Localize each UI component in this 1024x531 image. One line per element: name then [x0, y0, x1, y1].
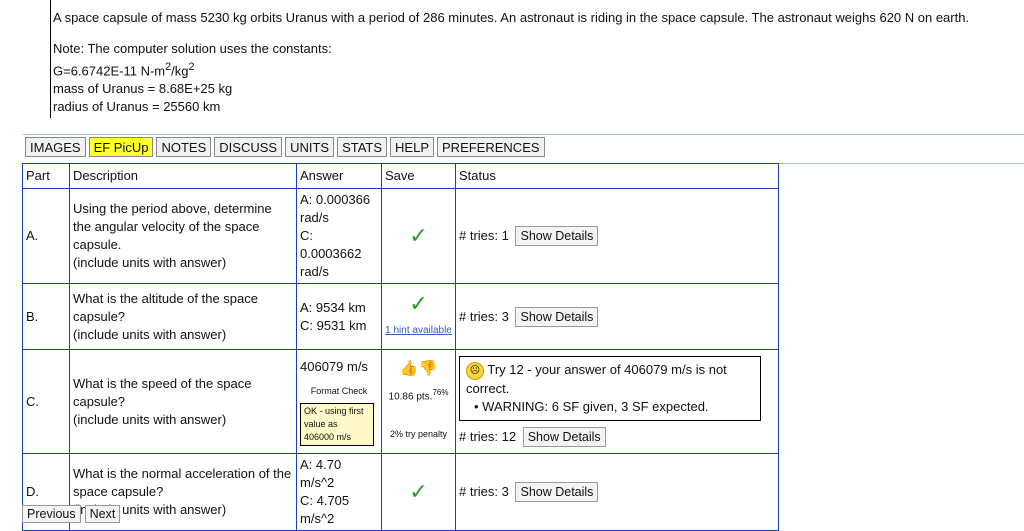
submitted-answer: A: 9534 km [300, 299, 366, 315]
status-cell: ☹ Try 12 - your answer of 406079 m/s is … [455, 349, 779, 454]
save-cell: ✓ [381, 188, 456, 284]
table-row: A. Using the period above, determine the… [22, 188, 779, 284]
table-header-row: Part Description Answer Save Status [22, 163, 779, 189]
tab-stats[interactable]: STATS [337, 137, 388, 157]
tab-help[interactable]: HELP [390, 137, 435, 157]
uranus-mass: mass of Uranus = 8.68E+25 kg [53, 81, 233, 97]
answer-cell: 406079 m/s Format Check OK - using first… [296, 349, 382, 454]
part-description: What is the altitude of the space capsul… [69, 283, 297, 350]
tab-ef-picup[interactable]: EF PicUp [88, 137, 154, 157]
show-details-button[interactable]: Show Details [522, 426, 606, 447]
tries-count: # tries: 12 [459, 428, 517, 444]
points-value: 10.86 pts.76% [388, 388, 449, 403]
answer-cell: A: 9534 km C: 9531 km [296, 283, 382, 350]
constant-g: G=6.6742E-11 N-m2/kg2 [53, 61, 195, 79]
header-save: Save [381, 163, 456, 189]
header-answer: Answer [296, 163, 382, 189]
save-cell: 👍👎 10.86 pts.76% 2% try penalty [381, 349, 456, 454]
part-label: C. [22, 349, 70, 454]
check-icon: ✓ [409, 291, 428, 316]
status-cell: # tries: 1 Show Details [455, 188, 779, 284]
computed-answer: C: 9531 km [300, 317, 367, 333]
try-penalty: 2% try penalty [389, 428, 448, 439]
table-row: B. What is the altitude of the space cap… [22, 283, 779, 350]
answer-input[interactable]: 406079 m/s [300, 358, 378, 376]
tab-images[interactable]: IMAGES [25, 137, 86, 157]
show-details-button[interactable]: Show Details [515, 306, 599, 327]
status-cell: # tries: 3 Show Details [455, 453, 779, 531]
save-cell: ✓ 1 hint available [381, 283, 456, 350]
thumbs-down-icon[interactable]: 👎 [419, 360, 438, 377]
feedback-warning: WARNING: 6 SF given, 3 SF expected. [482, 398, 709, 414]
show-details-button[interactable]: Show Details [515, 482, 599, 502]
header-part: Part [22, 163, 70, 189]
part-label: A. [22, 188, 70, 284]
header-status: Status [455, 163, 779, 189]
constants-note: Note: The computer solution uses the con… [53, 40, 332, 116]
problem-text: A space capsule of mass 5230 kg orbits U… [53, 10, 970, 25]
tries-count: # tries: 3 [459, 484, 509, 499]
format-check-message: OK - using first value as 406000 m/s [300, 402, 374, 446]
tab-notes[interactable]: NOTES [156, 137, 212, 157]
uranus-radius: radius of Uranus = 25560 km [53, 99, 221, 115]
show-details-button[interactable]: Show Details [515, 226, 599, 246]
tries-count: # tries: 1 [459, 228, 509, 243]
check-icon: ✓ [409, 222, 428, 248]
frown-face-icon: ☹ [466, 361, 484, 380]
computed-answer: C: 0.0003662 rad/s [300, 228, 362, 279]
part-description: Using the period above, determine the an… [69, 188, 297, 284]
note-heading: Note: The computer solution uses the con… [53, 41, 332, 56]
part-description: What is the speed of the space capsule?(… [69, 349, 297, 454]
feedback-message: Try 12 - your answer of 406079 m/s is no… [466, 362, 727, 396]
tab-units[interactable]: UNITS [285, 137, 335, 157]
table-row: C. What is the speed of the space capsul… [22, 349, 779, 454]
computed-answer: C: 4.705 m/s^2 [300, 493, 350, 526]
tab-preferences[interactable]: PREFERENCES [437, 137, 545, 157]
header-description: Description [69, 163, 297, 189]
toolbar: IMAGES EF PicUp NOTES DISCUSS UNITS STAT… [23, 134, 1024, 164]
parts-table: Part Description Answer Save Status A. U… [22, 163, 779, 531]
status-cell: # tries: 3 Show Details [455, 283, 779, 350]
table-row: D. What is the normal acceleration of th… [22, 453, 779, 531]
answer-cell: A: 4.70 m/s^2 C: 4.705 m/s^2 [296, 453, 382, 531]
nav-bar: Previous Next [22, 505, 121, 523]
tab-discuss[interactable]: DISCUSS [214, 137, 283, 157]
tries-count: # tries: 3 [459, 308, 509, 324]
feedback-box: ☹ Try 12 - your answer of 406079 m/s is … [459, 356, 761, 421]
next-button[interactable]: Next [84, 505, 121, 523]
save-cell: ✓ [381, 453, 456, 531]
thumbs-up-icon[interactable]: 👍 [400, 360, 419, 377]
previous-button[interactable]: Previous [22, 505, 81, 523]
submitted-answer: A: 0.000366 rad/s [300, 192, 371, 225]
check-icon: ✓ [409, 478, 428, 504]
hint-link[interactable]: 1 hint available [385, 322, 452, 340]
submitted-answer: A: 4.70 m/s^2 [300, 457, 342, 490]
answer-cell: A: 0.000366 rad/s C: 0.0003662 rad/s [296, 188, 382, 284]
problem-statement: A space capsule of mass 5230 kg orbits U… [50, 0, 1000, 118]
format-check-title: Format Check [310, 385, 368, 396]
part-label: B. [22, 283, 70, 350]
